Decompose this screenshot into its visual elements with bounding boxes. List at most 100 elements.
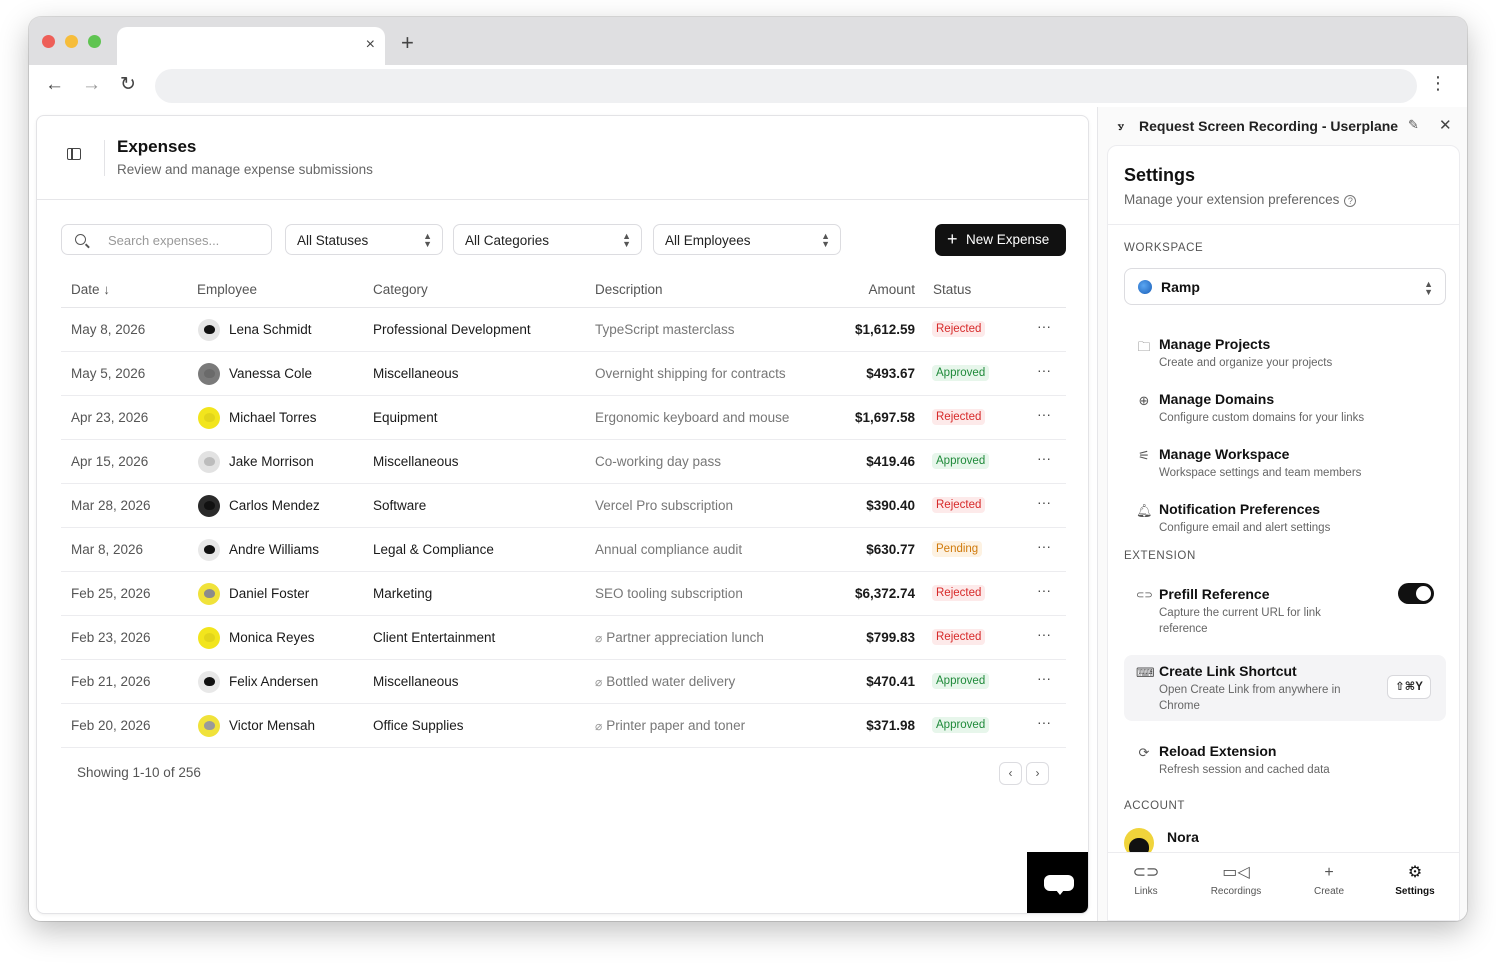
- table-row[interactable]: May 8, 2026 Lena Schmidt Professional Deve…: [61, 308, 1066, 352]
- minimize-window-button[interactable]: [65, 35, 78, 48]
- workspace-select[interactable]: Ramp ▲ ▼: [1124, 268, 1446, 305]
- workspace-name: Ramp: [1161, 279, 1200, 295]
- employee-filter-label: All Employees: [665, 233, 751, 248]
- table-row[interactable]: Feb 25, 2026 Daniel Foster Marketing SEO to…: [61, 572, 1066, 616]
- status-filter-select[interactable]: All Statuses ▲ ▼: [285, 224, 443, 255]
- row-description-text: TypeScript masterclass: [595, 322, 735, 337]
- table-row[interactable]: Apr 23, 2026 Michael Torres Equipment Ergon…: [61, 396, 1066, 440]
- prefill-reference-title: Prefill Reference: [1159, 586, 1270, 602]
- reload-extension-item[interactable]: ⟳ Reload Extension Refresh session and c…: [1124, 743, 1446, 779]
- browser-menu-icon[interactable]: ⋮: [1429, 73, 1447, 93]
- address-bar[interactable]: [155, 69, 1417, 103]
- nav-settings[interactable]: ⚙ Settings: [1380, 863, 1450, 897]
- pagination-summary: Showing 1-10 of 256: [77, 765, 201, 780]
- new-tab-button[interactable]: +: [401, 32, 414, 54]
- maximize-window-button[interactable]: [88, 35, 101, 48]
- nav-create-label: Create: [1313, 886, 1344, 897]
- row-actions-icon[interactable]: ···: [1037, 626, 1051, 642]
- avatar-face-icon: [204, 369, 215, 378]
- reload-icon[interactable]: ↻: [120, 75, 136, 95]
- table-row[interactable]: Feb 21, 2026 Felix Andersen Miscellaneous ⌀…: [61, 660, 1066, 704]
- table-row[interactable]: Mar 28, 2026 Carlos Mendez Software Vercel …: [61, 484, 1066, 528]
- row-description-text: SEO tooling subscription: [595, 586, 743, 601]
- sidebar-toggle-icon[interactable]: [67, 148, 81, 160]
- chat-widget-button[interactable]: [1027, 852, 1088, 913]
- avatar-face-icon: [204, 633, 215, 642]
- employee-filter-select[interactable]: All Employees ▲ ▼: [653, 224, 841, 255]
- userplane-logo-icon: ꭹ: [1118, 119, 1124, 133]
- row-actions-icon[interactable]: ···: [1037, 494, 1051, 510]
- avatar-face-icon: [204, 677, 215, 686]
- nav-recordings[interactable]: ▭◁ Recordings: [1201, 863, 1271, 897]
- row-description-text: Co-working day pass: [595, 454, 722, 469]
- chevron-updown-icon: ▲ ▼: [423, 231, 432, 249]
- row-date: Feb 21, 2026: [71, 674, 151, 689]
- row-description-text: Vercel Pro subscription: [595, 498, 734, 513]
- browser-tab[interactable]: ×: [117, 27, 385, 65]
- new-expense-button[interactable]: + New Expense: [935, 224, 1066, 256]
- column-description: Description: [595, 282, 663, 297]
- row-amount: $470.41: [866, 674, 915, 689]
- row-actions-icon[interactable]: ···: [1037, 538, 1051, 554]
- close-window-button[interactable]: [42, 35, 55, 48]
- avatar-face-icon: [204, 501, 215, 510]
- status-badge: Approved: [932, 453, 990, 469]
- settings-title: Settings: [1124, 165, 1196, 185]
- table-row[interactable]: Apr 15, 2026 Jake Morrison Miscellaneous Co…: [61, 440, 1066, 484]
- close-icon[interactable]: ✕: [1439, 116, 1452, 134]
- filter-row: Search expenses... All Statuses ▲ ▼ All C…: [61, 224, 1066, 256]
- recordings-icon: ▭◁: [1222, 864, 1250, 881]
- table-row[interactable]: Mar 8, 2026 Andre Williams Legal & Complia…: [61, 528, 1066, 572]
- row-actions-icon[interactable]: ···: [1037, 670, 1051, 686]
- manage-domains-item[interactable]: ⊕ Manage Domains Configure custom domains …: [1124, 391, 1446, 431]
- row-date: Feb 20, 2026: [71, 718, 151, 733]
- row-date: May 5, 2026: [71, 366, 146, 381]
- row-actions-icon[interactable]: ···: [1037, 582, 1051, 598]
- row-description: ⌀ Printer paper and toner: [595, 718, 745, 733]
- nav-create[interactable]: + Create: [1294, 863, 1364, 897]
- row-actions-icon[interactable]: ···: [1037, 450, 1051, 466]
- prefill-reference-toggle[interactable]: [1398, 583, 1434, 604]
- row-actions-icon[interactable]: ···: [1037, 362, 1051, 378]
- tab-close-icon[interactable]: ×: [366, 37, 375, 53]
- next-page-button[interactable]: ›: [1026, 762, 1049, 785]
- create-link-shortcut-item[interactable]: ⌨ Create Link Shortcut Open Create Link …: [1124, 655, 1446, 721]
- employee-avatar: [198, 627, 220, 649]
- row-employee: Victor Mensah: [229, 718, 316, 733]
- nav-links[interactable]: ⊂⊃ Links: [1111, 863, 1181, 897]
- row-actions-icon[interactable]: ···: [1037, 318, 1051, 334]
- table-row[interactable]: Feb 23, 2026 Monica Reyes Client Entertain…: [61, 616, 1066, 660]
- help-icon[interactable]: ?: [1344, 195, 1357, 207]
- manage-domains-icon: ⊕: [1138, 393, 1150, 408]
- search-input[interactable]: Search expenses...: [61, 224, 272, 255]
- back-arrow-icon[interactable]: ←: [45, 75, 64, 95]
- row-amount: $493.67: [866, 366, 915, 381]
- category-filter-label: All Categories: [465, 233, 550, 248]
- pin-icon[interactable]: ✎: [1408, 117, 1419, 133]
- create-link-shortcut-desc: Open Create Link from anywhere in Chrome: [1159, 684, 1341, 712]
- row-category: Legal & Compliance: [373, 542, 494, 557]
- row-description-text: Overnight shipping for contracts: [595, 366, 786, 381]
- table-row[interactable]: May 5, 2026 Vanessa Cole Miscellaneous Over…: [61, 352, 1066, 396]
- manage-workspace-item[interactable]: ⚟ Manage Workspace Workspace settings and …: [1124, 446, 1446, 486]
- extension-title: Request Screen Recording - Userplane: [1139, 118, 1399, 134]
- employee-avatar: [198, 495, 220, 517]
- column-date[interactable]: Date ↓: [71, 282, 110, 297]
- table-header: Date ↓ Employee Category Description Amo…: [61, 276, 1066, 308]
- row-description: Overnight shipping for contracts: [595, 366, 786, 381]
- row-category: Software: [373, 498, 427, 513]
- avatar-face-icon: [204, 589, 215, 598]
- category-filter-select[interactable]: All Categories ▲ ▼: [453, 224, 642, 255]
- row-description-text: Annual compliance audit: [595, 542, 743, 557]
- prev-page-button[interactable]: ‹: [999, 762, 1022, 785]
- manage-projects-item[interactable]: 🗀 Manage Projects Create and organize your…: [1124, 336, 1446, 376]
- prefill-reference-item[interactable]: ⊂⊃ Prefill Reference Capture the current…: [1124, 583, 1446, 636]
- row-actions-icon[interactable]: ···: [1037, 714, 1051, 730]
- forward-arrow-icon[interactable]: →: [82, 75, 101, 95]
- avatar-face-icon: [204, 545, 215, 554]
- row-actions-icon[interactable]: ···: [1037, 406, 1051, 422]
- row-category: Client Entertainment: [373, 630, 496, 645]
- table-row[interactable]: Feb 20, 2026 Victor Mensah Office Supplies…: [61, 704, 1066, 748]
- notification-preferences-item[interactable]: 🔔︎ Notification Preferences Configure emai…: [1124, 501, 1446, 541]
- chat-bubble-icon: [1044, 875, 1074, 895]
